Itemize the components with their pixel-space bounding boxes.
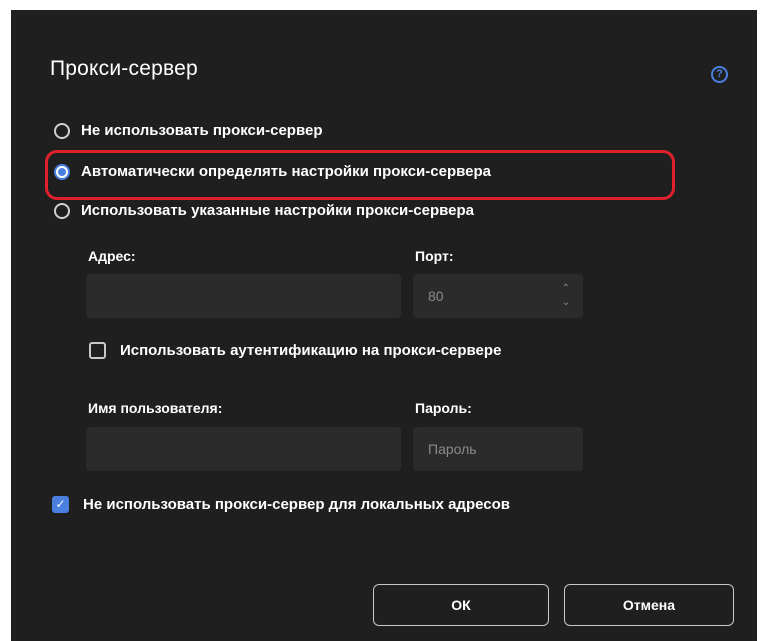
port-label: Порт: xyxy=(415,248,454,264)
auth-label: Использовать аутентификацию на прокси-се… xyxy=(120,342,502,359)
proxy-dialog: Прокси-сервер ? Не использовать прокси-с… xyxy=(11,10,757,641)
auth-checkbox-row[interactable]: Использовать аутентификацию на прокси-се… xyxy=(89,342,501,359)
help-circle-icon[interactable]: ? xyxy=(711,66,728,83)
ok-button[interactable]: ОК xyxy=(373,584,549,626)
radio-no-proxy[interactable]: Не использовать прокси-сервер xyxy=(54,122,322,139)
address-input[interactable] xyxy=(86,274,401,318)
password-label: Пароль: xyxy=(415,400,472,416)
checkbox-unchecked[interactable] xyxy=(89,342,106,359)
bypass-local-label: Не использовать прокси-сервер для локаль… xyxy=(83,496,510,513)
cancel-button[interactable]: Отмена xyxy=(564,584,734,626)
port-stepper[interactable]: 80 ⌃ ⌄ xyxy=(413,274,583,318)
port-value: 80 xyxy=(428,288,444,304)
radio-label: Использовать указанные настройки прокси-… xyxy=(81,202,474,219)
radio-auto-detect[interactable]: Автоматически определять настройки прокс… xyxy=(54,163,491,180)
username-label: Имя пользователя: xyxy=(88,400,223,416)
bypass-local-checkbox-row[interactable]: ✓ Не использовать прокси-сервер для лока… xyxy=(52,496,510,513)
username-input[interactable] xyxy=(86,427,401,471)
radio-button-checked[interactable] xyxy=(54,163,70,180)
radio-label: Не использовать прокси-сервер xyxy=(81,122,323,139)
spinner-arrows-icon[interactable]: ⌃ ⌄ xyxy=(562,282,570,310)
radio-button-unchecked[interactable] xyxy=(54,202,70,219)
radio-label: Автоматически определять настройки прокс… xyxy=(81,163,491,180)
address-label: Адрес: xyxy=(88,248,136,264)
password-input[interactable]: Пароль xyxy=(413,427,583,471)
checkbox-checked-icon[interactable]: ✓ xyxy=(52,496,69,513)
radio-manual[interactable]: Использовать указанные настройки прокси-… xyxy=(54,202,474,219)
radio-button-unchecked[interactable] xyxy=(54,122,70,139)
dialog-title: Прокси-сервер xyxy=(50,57,198,80)
